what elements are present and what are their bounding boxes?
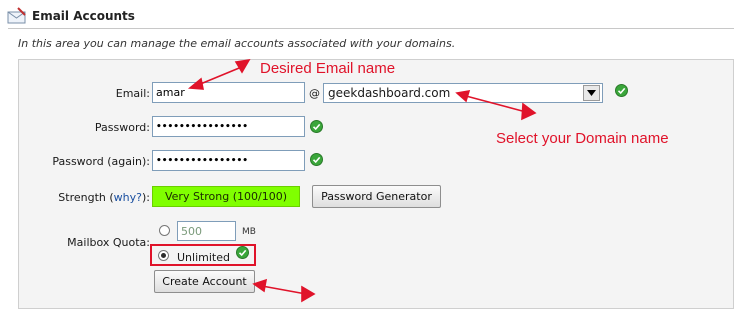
arrow-to-create bbox=[261, 285, 307, 295]
arrow-head-email bbox=[187, 77, 204, 90]
arrow-head-create bbox=[252, 278, 268, 293]
arrow-tail-domain bbox=[521, 102, 537, 121]
arrow-head-domain bbox=[455, 89, 471, 103]
annotation-arrows bbox=[187, 58, 537, 303]
arrow-tail-email bbox=[234, 58, 251, 74]
arrow-tail-create bbox=[301, 285, 316, 303]
arrow-to-email-field bbox=[197, 65, 245, 86]
arrow-to-domain bbox=[465, 95, 527, 113]
